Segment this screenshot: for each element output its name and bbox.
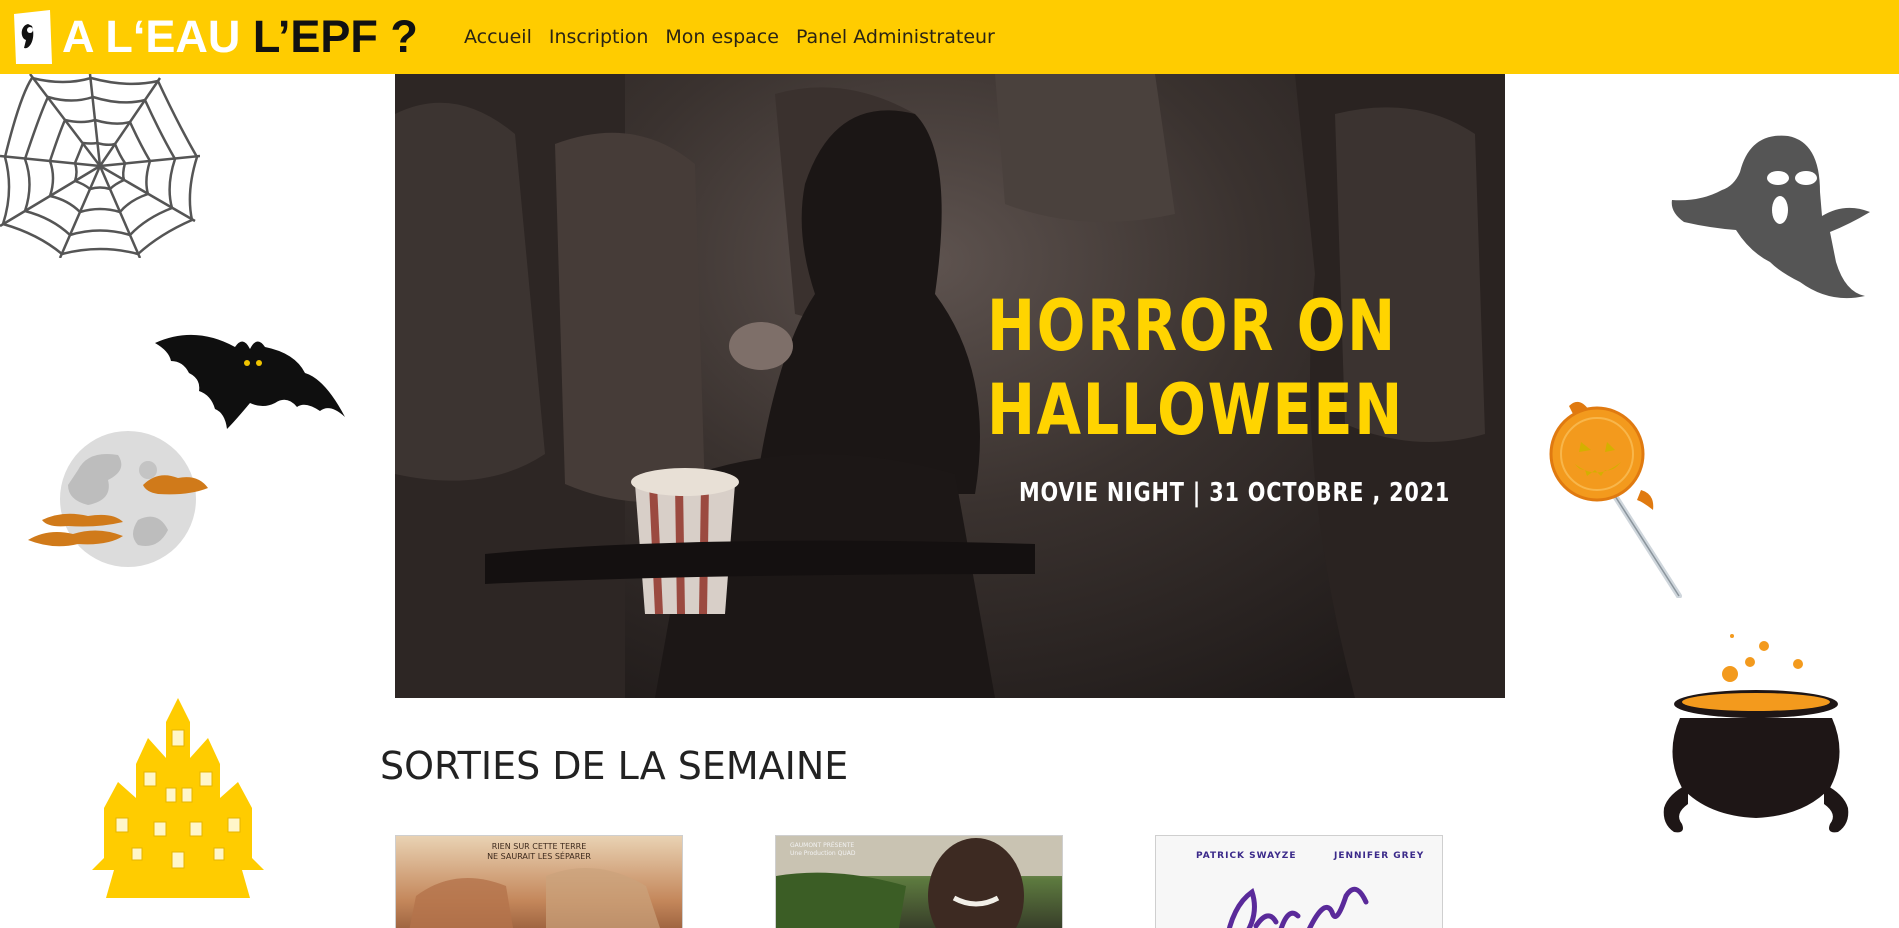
cauldron-icon [1658,634,1854,838]
lollipop-icon [1545,398,1685,599]
banner-title: HORROR ON HALLOWEEN [987,284,1404,452]
logo-text: A L‘EAU L’EPF ? [62,8,418,66]
movie-card-3[interactable]: PATRICK SWAYZE JENNIFER GREY [1155,835,1443,928]
nav-link-mon-espace[interactable]: Mon espace [665,26,779,48]
site-logo[interactable]: A L‘EAU L’EPF ? [10,8,418,66]
haunted-house-icon [92,698,264,900]
movie-poster-1 [409,868,660,928]
section-title: SORTIES DE LA SEMAINE [380,744,849,788]
logo-text-part1: A L‘EAU [62,11,241,62]
navbar: A L‘EAU L’EPF ? Accueil Inscription Mon … [0,0,1899,74]
bat-icon [155,325,345,433]
movie-card-2-credit: GAUMONT PRÉSENTE Une Production QUAD [790,842,856,857]
moon-icon [28,430,228,568]
nav-link-accueil[interactable]: Accueil [464,26,532,48]
nav-menu: Accueil Inscription Mon espace Panel Adm… [464,0,995,74]
banner-subtitle: MOVIE NIGHT | 31 OCTOBRE , 2021 [1019,478,1451,508]
ticket-icon [10,8,56,66]
halloween-banner[interactable]: HORROR ON HALLOWEEN MOVIE NIGHT | 31 OCT… [395,74,1505,698]
spider-web-icon [0,73,201,259]
banner-title-line2: HALLOWEEN [987,369,1404,451]
ghost-icon [1670,132,1870,300]
movie-card-1[interactable]: RIEN SUR CETTE TERRE NE SAURAIT LES SÉPA… [395,835,683,928]
logo-text-part2: L’EPF ? [252,11,418,62]
nav-link-inscription[interactable]: Inscription [549,26,649,48]
nav-link-panel-administrateur[interactable]: Panel Administrateur [796,26,995,48]
banner-title-line1: HORROR ON [987,285,1397,367]
movie-poster-3-script-title [1226,886,1369,928]
movie-card-2[interactable]: GAUMONT PRÉSENTE Une Production QUAD [775,835,1063,928]
